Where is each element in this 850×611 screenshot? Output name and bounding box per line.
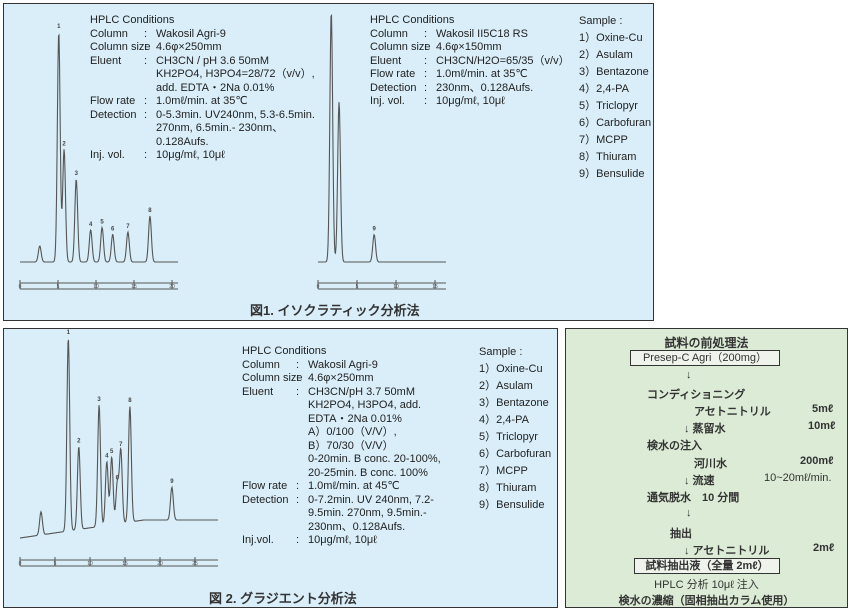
axis-tick-label: 5: [356, 284, 359, 290]
peak-label: 3: [97, 397, 101, 403]
axis-tick-label: 20: [157, 561, 163, 567]
peak-label: 9: [170, 479, 174, 485]
peak-label: 1: [67, 330, 71, 336]
peak-label: 8: [128, 398, 132, 404]
axis-tick-label: 15: [122, 561, 128, 567]
axis-tick-label: 5: [54, 561, 57, 567]
axis-tick-label: 0: [317, 284, 320, 290]
peak-label: 2: [62, 141, 66, 147]
axis-tick-label: 0: [19, 561, 22, 567]
chromatogram-trace: [20, 33, 178, 263]
peak-label: 4: [89, 222, 93, 228]
axis-tick-label: 20: [169, 284, 175, 290]
peak-label: 5: [110, 449, 114, 455]
chromatogram-trace: [318, 13, 446, 263]
peak-label: 5: [100, 220, 104, 226]
axis-tick-label: 10: [393, 284, 399, 290]
peak-label: 7: [126, 224, 130, 230]
peak-label: 4: [105, 454, 109, 460]
peak-label: 1: [57, 24, 61, 30]
peak-label: 6: [111, 226, 115, 232]
axis-tick-label: 0: [19, 284, 22, 290]
axis-tick-label: 5: [57, 284, 60, 290]
axis-tick-label: 10: [87, 561, 93, 567]
axis-tick-label: 25: [192, 561, 198, 567]
chromatograms: 1234 56 780 5 10 15 2090 5 10 151234567890 5 10 15 20…: [19, 13, 446, 567]
axis-tick-label: 15: [432, 284, 438, 290]
axis-tick-label: 15: [131, 284, 137, 290]
axis-tick-label: 10: [93, 284, 99, 290]
peak-label: 7: [119, 442, 123, 448]
peak-label: 3: [75, 171, 79, 177]
peak-label: 9: [372, 227, 376, 233]
chromatogram-trace: [19, 339, 218, 539]
peak-label: 8: [148, 208, 152, 214]
peak-label: 2: [77, 438, 81, 444]
